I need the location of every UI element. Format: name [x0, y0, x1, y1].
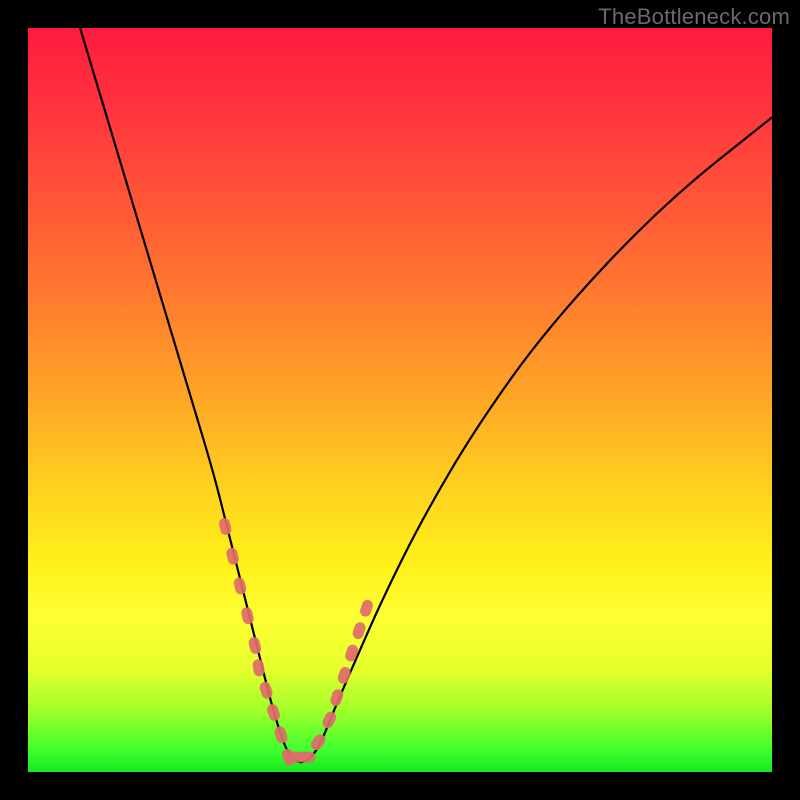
data-marker	[266, 703, 282, 723]
data-marker	[336, 665, 352, 685]
data-marker	[273, 725, 289, 745]
data-marker	[218, 517, 233, 536]
curve-layer	[28, 28, 772, 772]
data-marker	[359, 598, 375, 618]
data-marker	[248, 636, 263, 655]
data-marker	[344, 643, 360, 663]
watermark-text: TheBottleneck.com	[598, 4, 790, 30]
plot-area	[28, 28, 772, 772]
data-marker	[258, 680, 274, 700]
data-marker	[240, 606, 255, 625]
data-marker	[321, 710, 338, 730]
chart-frame: TheBottleneck.com	[0, 0, 800, 800]
data-marker	[299, 752, 316, 763]
data-marker	[225, 547, 240, 566]
bottleneck-curve	[80, 28, 772, 762]
data-marker	[233, 576, 248, 595]
